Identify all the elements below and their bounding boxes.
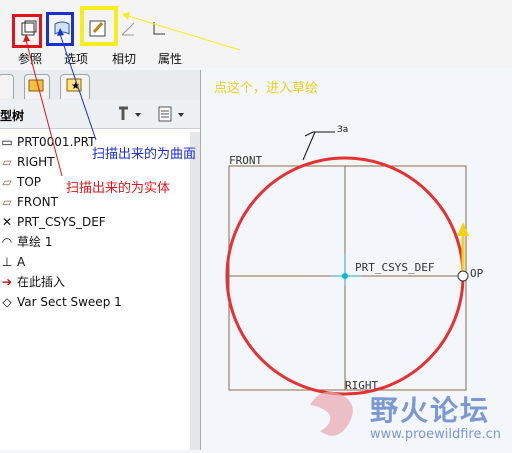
flame-logo-icon <box>310 391 353 436</box>
blue-arrow-head <box>57 28 64 36</box>
solid-annotation: 扫描出来的为实体 <box>66 181 171 196</box>
blue-arrow <box>59 33 97 141</box>
yellow-arrow-head <box>122 12 130 20</box>
red-arrow <box>25 39 63 177</box>
surface-annotation: 扫描出来的为曲面 <box>92 147 197 162</box>
red-arrow-head <box>23 34 30 42</box>
sketch-annotation: 点这个，进入草绘 <box>214 81 319 96</box>
watermark: 野火论坛 www.proewildfire.cn <box>300 383 510 449</box>
watermark-title: 野火论坛 <box>370 394 491 427</box>
watermark-url: www.proewildfire.cn <box>370 427 501 442</box>
yellow-arrow <box>127 15 241 51</box>
